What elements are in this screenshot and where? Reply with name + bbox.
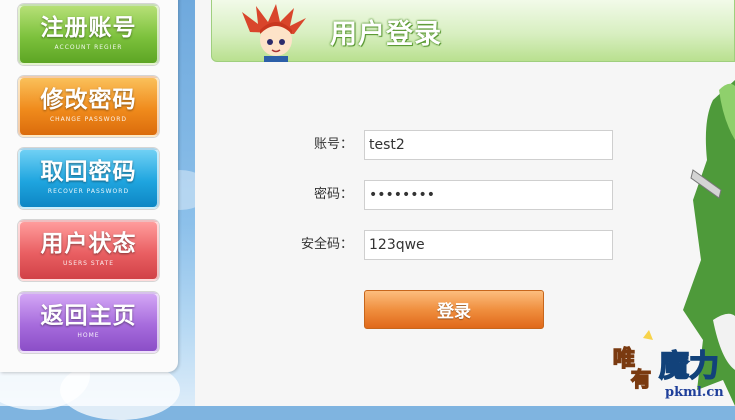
site-url: pkml.cn bbox=[665, 385, 724, 400]
password-input[interactable] bbox=[364, 180, 613, 210]
user-state-sublabel: USERS STATE bbox=[63, 260, 114, 267]
svg-text:有: 有 bbox=[631, 367, 651, 391]
change-password-label: 修改密码 bbox=[40, 87, 137, 113]
title-bar: 用户登录 bbox=[211, 0, 735, 62]
register-account-button[interactable]: 注册账号 ACCOUNT REGIER bbox=[18, 4, 159, 65]
login-panel: 用户登录 账号： 密码： 安全码： 登录 唯 有 魔力 pkml.cn bbox=[195, 0, 735, 406]
password-label: 密码： bbox=[313, 187, 353, 202]
recover-password-sublabel: RECOVER PASSWORD bbox=[47, 188, 130, 195]
user-state-label: 用户状态 bbox=[40, 231, 137, 257]
user-state-button[interactable]: 用户状态 USERS STATE bbox=[18, 220, 159, 281]
security-code-input[interactable] bbox=[364, 230, 613, 260]
home-sublabel: HOME bbox=[77, 332, 100, 339]
home-label: 返回主页 bbox=[40, 303, 137, 329]
svg-text:魔力: 魔力 bbox=[659, 349, 719, 384]
account-label: 账号： bbox=[313, 137, 353, 152]
page-title: 用户登录 bbox=[330, 19, 442, 50]
avatar-character-icon bbox=[242, 4, 306, 62]
password-row: 密码： bbox=[195, 180, 735, 210]
change-password-button[interactable]: 修改密码 CHANGE PASSWORD bbox=[18, 76, 159, 137]
account-row: 账号： bbox=[195, 130, 735, 160]
security-code-row: 安全码： bbox=[195, 230, 735, 260]
home-button[interactable]: 返回主页 HOME bbox=[18, 292, 159, 353]
register-account-sublabel: ACCOUNT REGIER bbox=[54, 44, 123, 51]
login-button[interactable]: 登录 bbox=[364, 290, 544, 329]
recover-password-label: 取回密码 bbox=[40, 159, 137, 185]
register-account-label: 注册账号 bbox=[40, 15, 137, 41]
security-code-label: 安全码： bbox=[300, 237, 353, 252]
recover-password-button[interactable]: 取回密码 RECOVER PASSWORD bbox=[18, 148, 159, 209]
account-input[interactable] bbox=[364, 130, 613, 160]
change-password-sublabel: CHANGE PASSWORD bbox=[49, 116, 128, 123]
